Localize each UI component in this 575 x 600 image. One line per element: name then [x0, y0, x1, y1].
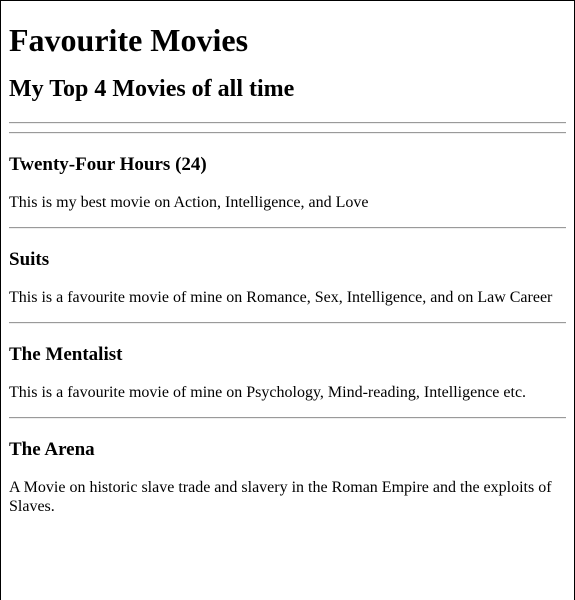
movie-item: Suits This is a favourite movie of mine … — [9, 229, 566, 324]
movie-item: The Arena A Movie on historic slave trad… — [9, 419, 566, 516]
divider — [9, 122, 566, 124]
page-title: Favourite Movies — [9, 22, 249, 58]
page-subtitle: My Top 4 Movies of all time — [9, 76, 295, 102]
movie-description: A Movie on historic slave trade and slav… — [9, 479, 552, 515]
movie-title: The Arena — [9, 439, 95, 460]
movie-description: This is a favourite movie of mine on Psy… — [9, 384, 527, 401]
movie-description: This is my best movie on Action, Intelli… — [9, 194, 369, 211]
movie-item: The Mentalist This is a favourite movie … — [9, 324, 566, 419]
movie-item: Twenty-Four Hours (24) This is my best m… — [9, 134, 566, 229]
movie-title: Twenty-Four Hours (24) — [9, 154, 207, 175]
page-content: Favourite Movies My Top 4 Movies of all … — [1, 22, 574, 516]
movie-description: This is a favourite movie of mine on Rom… — [9, 289, 553, 306]
movie-title: The Mentalist — [9, 344, 123, 365]
movie-title: Suits — [9, 249, 50, 270]
